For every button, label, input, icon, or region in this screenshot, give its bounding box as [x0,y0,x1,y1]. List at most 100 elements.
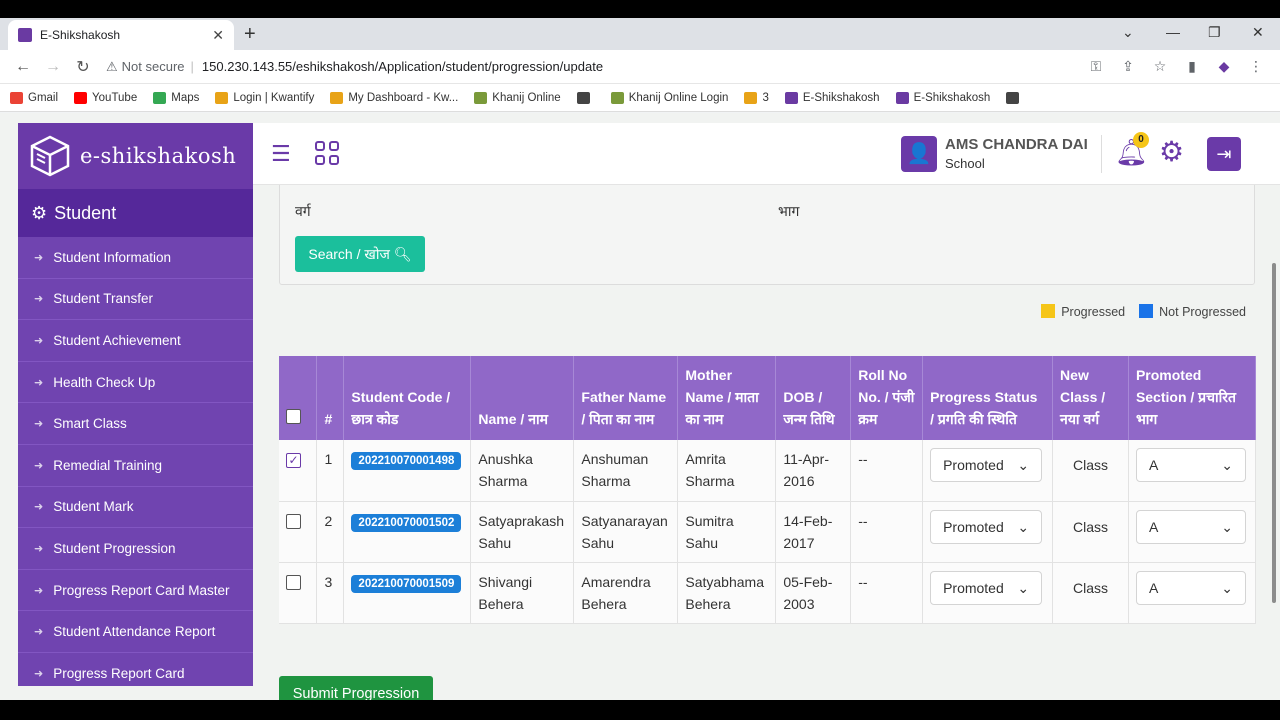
user-avatar-icon[interactable]: 👤 [901,136,937,172]
class-label: वर्ग [295,203,311,219]
browser-tab[interactable]: E-Shikshakosh ✕ [8,20,234,50]
row-name: Anushka Sharma [470,440,575,502]
select-all-checkbox[interactable] [286,409,301,424]
row-checkbox[interactable] [286,513,301,529]
reload-icon[interactable]: ↻ [68,57,98,77]
extension-icon[interactable]: ◆ [1208,58,1240,75]
url-text: 150.230.143.55/eshikshakosh/Application/… [201,59,604,74]
side-panel-icon[interactable]: ▮ [1176,58,1208,75]
sidebar-item[interactable]: ➜ Student Attendance Report [18,611,253,653]
row-code-cell: 202210070001502 [343,501,472,563]
promoted-section-select[interactable]: A ⌄ [1135,570,1246,605]
promoted-section-value: A [1148,457,1159,473]
row-mother-name: Amrita Sharma [677,440,777,502]
sidebar-item[interactable]: ➜ Smart Class [18,403,253,445]
bookmark-item[interactable]: E-Shikshakosh [895,91,991,104]
browser-window: E-Shikshakosh ✕ + ⌄ — ❐ ✕ ← → ↻ ⚠ Not se… [0,18,1280,700]
row-status-cell: Promoted ⌄ [922,562,1054,624]
progress-status-value: Promoted [943,518,1004,535]
bookmark-item[interactable]: Khanij Online [474,91,561,104]
sidebar-item[interactable]: ➜ Student Transfer [18,279,253,321]
row-dob: 14-Feb-2017 [775,501,852,563]
bookmark-item[interactable]: Khanij Online Login [610,91,729,104]
bookmark-label: Khanij Online Login [628,91,729,104]
promoted-section-select[interactable]: A ⌄ [1135,448,1246,482]
app-logo[interactable]: e-shikshakosh [18,123,253,189]
bookmark-item[interactable]: 3 [744,91,769,104]
arrow-icon: ➜ [34,376,44,389]
arrow-icon: ➜ [34,334,44,347]
page-scrollbar[interactable] [1272,263,1276,603]
row-code-cell: 202210070001498 [343,440,472,502]
close-window-icon[interactable]: ✕ [1252,24,1264,41]
progress-status-select[interactable]: Promoted ⌄ [930,448,1043,482]
section-title: Student [54,202,117,223]
sidebar-item[interactable]: ➜ Health Check Up [18,362,253,404]
bookmark-item[interactable] [1006,91,1024,104]
bookmark-item[interactable]: Maps [153,91,200,104]
search-button-label: Search / खोज [308,245,390,262]
forward-icon[interactable]: → [38,58,68,76]
bookmark-label: E-Shikshakosh [913,91,991,104]
browser-toolbar: ← → ↻ ⚠ Not secure | 150.230.143.55/eshi… [0,50,1280,84]
promoted-section-select[interactable]: A ⌄ [1135,509,1246,544]
sidebar-item[interactable]: ➜ Student Progression [18,528,253,570]
tab-search-icon[interactable]: ⌄ [1122,24,1134,41]
select-all-header [279,356,318,440]
bookmark-item[interactable]: YouTube [74,91,137,104]
key-icon[interactable]: ⚿ [1080,58,1112,75]
logout-icon[interactable]: ⇥ [1207,137,1241,171]
restore-icon[interactable]: ❐ [1208,24,1221,41]
sidebar-section-student[interactable]: ⚙ Student [18,189,253,237]
sidebar-item-label: Progress Report Card [53,665,185,681]
sidebar-item[interactable]: ➜ Student Information [18,237,253,279]
row-name: Shivangi Behera [470,562,575,624]
chevron-down-icon: ⌄ [1017,457,1030,473]
legend: Progressed Not Progressed [1041,304,1246,319]
sidebar-item[interactable]: ➜ Student Achievement [18,320,253,362]
bookmark-label: Khanij Online [492,91,561,104]
progress-status-select[interactable]: Promoted ⌄ [930,509,1043,544]
bookmark-item[interactable] [576,91,595,104]
star-icon[interactable]: ☆ [1144,58,1176,75]
new-tab-icon[interactable]: + [244,23,256,46]
settings-gear-icon[interactable]: ⚙ [1159,135,1184,168]
bookmark-label: Maps [171,91,200,104]
user-name: AMS CHANDRA DAI [945,136,1088,153]
row-checkbox[interactable]: ✓ [286,453,301,468]
arrow-icon: ➜ [34,293,44,306]
apps-grid-icon[interactable] [315,141,339,165]
hamburger-menu-icon[interactable]: ☰ [271,141,291,167]
main-content: वर्ग भाग Search / खोज 🔍︎ Progressed Not … [253,185,1268,700]
arrow-icon: ➜ [34,667,44,680]
minimize-icon[interactable]: — [1166,24,1180,40]
sidebar-item[interactable]: ➜ Student Mark [18,487,253,529]
bookmark-item[interactable]: E-Shikshakosh [784,91,880,104]
submit-progression-button[interactable]: Submit Progression [279,676,433,700]
share-icon[interactable]: ⇪ [1112,58,1144,75]
sidebar-item[interactable]: ➜ Progress Report Card [18,653,253,686]
sidebar-item[interactable]: ➜ Remedial Training [18,445,253,487]
address-bar[interactable]: ⚠ Not secure | 150.230.143.55/eshikshako… [106,53,1080,81]
row-code-cell: 202210070001509 [343,562,472,624]
header-divider [1101,135,1102,173]
bookmark-favicon-icon [215,91,229,104]
bookmark-item[interactable]: Login | Kwantify [215,91,314,104]
bookmark-item[interactable]: My Dashboard - Kw... [330,91,458,104]
table-row: 3 202210070001509 Shivangi Behera Amarendra… [279,562,1257,624]
back-icon[interactable]: ← [8,58,38,76]
yellow-swatch-icon [1041,304,1056,318]
menu-dots-icon[interactable]: ⋮ [1240,58,1272,75]
col-student-code: Student Code / छात्र कोड [343,356,472,440]
sidebar-item[interactable]: ➜ Progress Report Card Master [18,570,253,612]
row-father-name: Amarendra Behera [573,562,679,624]
close-tab-icon[interactable]: ✕ [212,27,224,44]
tab-title: E-Shikshakosh [40,28,121,42]
row-checkbox[interactable] [286,574,301,590]
bookmark-favicon-icon [895,91,909,104]
col-roll-no: Roll No No. / पंजी क्रम [850,356,924,440]
progress-status-select[interactable]: Promoted ⌄ [930,570,1043,605]
bookmark-item[interactable]: Gmail [10,91,58,104]
row-roll: -- [850,440,924,502]
search-button[interactable]: Search / खोज 🔍︎ [295,236,425,272]
